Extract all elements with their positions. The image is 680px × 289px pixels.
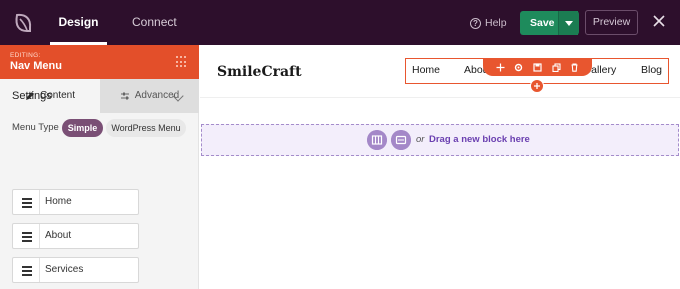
drag-handle-icon[interactable] (13, 224, 40, 248)
save-options-dropdown[interactable] (558, 11, 579, 35)
menu-type-wordpress[interactable]: WordPress Menu (106, 119, 186, 137)
close-icon[interactable] (651, 13, 667, 29)
site-logo[interactable]: SmileCraft (217, 64, 302, 80)
delete-icon[interactable] (570, 62, 579, 72)
nav-link-blog[interactable]: Blog (641, 64, 662, 76)
grid-menu-icon[interactable] (176, 56, 188, 68)
preview-button[interactable]: Preview (585, 10, 638, 35)
drag-handle-icon[interactable] (13, 258, 40, 282)
sidebar: EDITING: Nav Menu Content Advanced (0, 45, 199, 289)
tab-advanced[interactable]: Advanced (100, 79, 199, 113)
block-icon[interactable] (391, 130, 411, 150)
columns-icon[interactable] (367, 130, 387, 150)
header-divider (200, 97, 680, 98)
menu-item-label: Home (45, 196, 72, 207)
menu-item-label: About (45, 230, 72, 241)
help-link[interactable]: ? Help (470, 15, 507, 31)
top-bar: Design Connect ? Help Save Preview (0, 0, 680, 45)
add-block-icon[interactable] (530, 79, 544, 93)
block-toolbar (483, 58, 592, 76)
settings-icon[interactable] (514, 63, 523, 72)
help-icon: ? (470, 17, 481, 29)
seedprod-logo-icon[interactable] (10, 10, 36, 36)
menu-item-label: Services (45, 264, 84, 275)
editing-label: EDITING: (10, 52, 41, 59)
drop-zone-or: or (416, 134, 425, 145)
menu-item[interactable]: Home (12, 189, 139, 215)
menu-item[interactable]: Services (12, 257, 139, 283)
duplicate-icon[interactable] (552, 62, 561, 72)
nav-link-home[interactable]: Home (412, 64, 440, 76)
help-label: Help (485, 17, 507, 29)
drag-handle-icon[interactable] (13, 190, 40, 214)
menu-type-label: Menu Type (12, 122, 59, 133)
sliders-icon (120, 92, 129, 100)
tab-connect[interactable]: Connect (132, 0, 177, 45)
menu-item[interactable]: About (12, 223, 139, 249)
editing-header: EDITING: Nav Menu (0, 45, 199, 79)
editing-title: Nav Menu (10, 60, 62, 72)
menu-type-simple[interactable]: Simple (62, 119, 103, 137)
save-icon[interactable] (533, 62, 542, 72)
drag-block-link[interactable]: Drag a new block here (429, 134, 530, 145)
move-icon[interactable] (496, 63, 505, 72)
tab-design[interactable]: Design (50, 0, 107, 45)
settings-section-title[interactable]: Settings (12, 90, 52, 102)
